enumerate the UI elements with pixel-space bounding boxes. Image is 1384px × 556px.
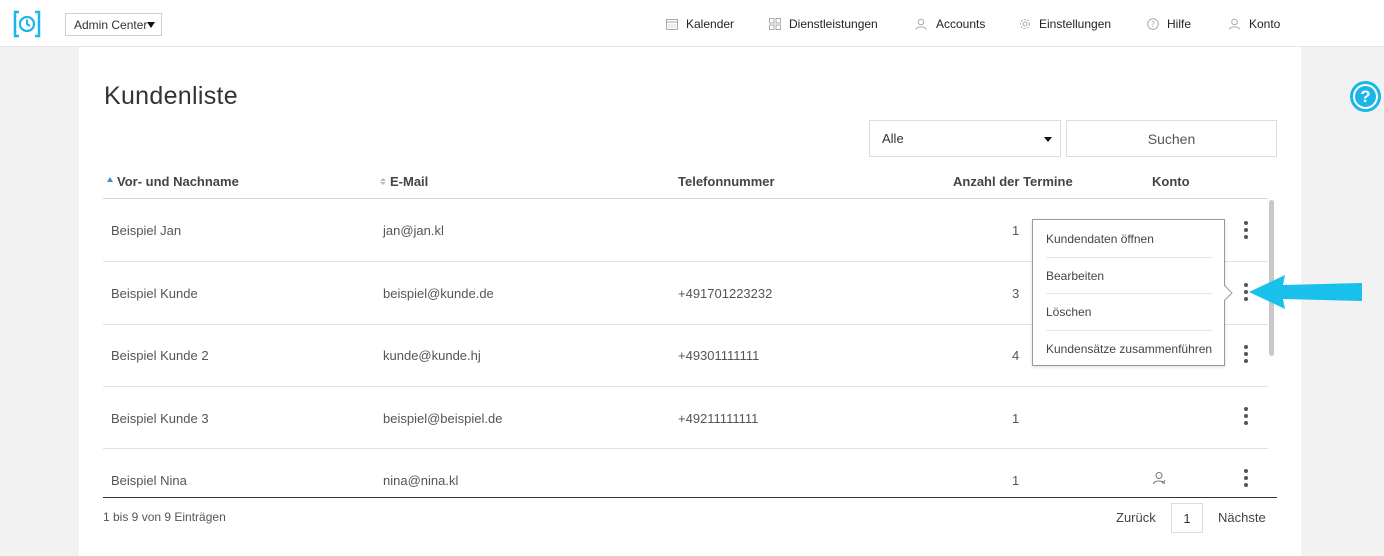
row-4-count: 1 [1012,411,1020,426]
row-2-phone: +491701223232 [678,286,773,301]
row-2-email: beispiel@kunde.de [383,286,494,301]
admin-center-label: Admin Center [74,17,148,32]
nav-einstellungen-label: Einstellungen [1039,17,1112,31]
nav-kalender[interactable]: Kalender [666,16,734,32]
menu-item-edit[interactable]: Bearbeiten [1046,257,1213,294]
column-header-account: Konto [1152,174,1190,189]
row-3-email: kunde@kunde.hj [383,348,481,363]
row-4-phone: +49211111111 [678,411,759,426]
row-3-count: 4 [1012,348,1020,363]
pagination-next[interactable]: Nächste [1218,510,1266,525]
table-bottom-border [103,497,1277,498]
column-header-email[interactable]: E-Mail [380,174,428,189]
column-header-phone-label: Telefonnummer [678,174,775,189]
column-header-email-label: E-Mail [390,174,429,189]
row-5-name: Beispiel Nina [111,473,187,488]
row-3-name: Beispiel Kunde 2 [111,348,209,363]
menu-item-delete[interactable]: Löschen [1046,293,1213,330]
row-4-more-icon[interactable] [1243,407,1249,427]
filter-select-value: Alle [882,131,904,146]
nav-kalender-label: Kalender [686,17,735,31]
header-divider [103,198,1268,199]
row-5-more-icon[interactable] [1243,469,1249,489]
row-2-count: 3 [1012,286,1020,301]
column-header-phone: Telefonnummer [678,174,775,189]
nav-einstellungen[interactable]: Einstellungen [1019,16,1111,32]
question-icon: ? [1353,84,1378,109]
nav-hilfe-label: Hilfe [1167,17,1192,31]
row-4-name: Beispiel Kunde 3 [111,411,209,426]
admin-center-select[interactable]: Admin Center [65,13,162,36]
nav-dienstleistungen-label: Dienstleistungen [789,17,878,31]
menu-item-open[interactable]: Kundendaten öffnen [1046,220,1213,257]
cyan-arrow-icon [1249,275,1362,309]
pagination-prev[interactable]: Zurück [1116,510,1156,525]
row-1-count: 1 [1012,223,1020,238]
sort-icon [380,178,386,185]
column-header-account-label: Konto [1152,174,1190,189]
column-header-count: Anzahl der Termine [953,174,1073,189]
top-bar: Admin Center Kalender Dienstleistungen A… [0,0,1384,47]
clock-logo-icon[interactable] [12,10,42,38]
svg-text:?: ? [1151,20,1155,29]
nav-konto-label: Konto [1249,17,1281,31]
row-3-phone: +49301111111 [678,348,760,363]
pagination-page-1[interactable]: 1 [1171,503,1203,533]
nav-dienstleistungen[interactable]: Dienstleistungen [769,16,878,32]
users-icon [915,18,927,30]
row-divider [103,386,1268,387]
column-header-name[interactable]: Vor- und Nachname [107,174,239,189]
question-icon: ? [1147,18,1159,30]
search-button[interactable]: Suchen [1066,120,1277,157]
table-info: 1 bis 9 von 9 Einträgen [103,510,226,524]
row-1-name: Beispiel Jan [111,223,182,238]
row-context-menu: Kundendaten öffnen Bearbeiten Löschen Ku… [1032,219,1225,366]
column-header-name-label: Vor- und Nachname [117,174,239,189]
filter-select[interactable]: Alle [869,120,1061,157]
sort-ascending-icon [107,177,113,182]
row-divider [103,448,1268,449]
row-2-name: Beispiel Kunde [111,286,198,301]
row-5-email: nina@nina.kl [383,473,459,488]
row-3-more-icon[interactable] [1243,345,1249,365]
row-1-email: jan@jan.kl [383,223,444,238]
account-user-icon [1153,472,1166,485]
help-bubble-button[interactable]: ? [1350,81,1381,112]
user-icon [1229,18,1240,30]
nav-accounts[interactable]: Accounts [914,16,985,32]
nav-konto[interactable]: Konto [1228,16,1280,32]
row-4-email: beispiel@beispiel.de [383,411,503,426]
grid-icon [769,18,781,30]
calendar-icon [666,19,678,30]
menu-pointer [1224,285,1233,301]
row-1-more-icon[interactable] [1243,221,1249,241]
nav-hilfe[interactable]: ? Hilfe [1147,16,1191,32]
nav-accounts-label: Accounts [936,17,986,31]
row-5-count: 1 [1012,473,1020,488]
column-header-count-label: Anzahl der Termine [953,174,1073,189]
caret-down-icon [147,22,155,28]
page-title: Kundenliste [104,82,238,110]
gear-icon [1020,19,1030,29]
caret-down-icon [1044,137,1052,142]
menu-item-merge[interactable]: Kundensätze zusammenführen [1046,330,1213,367]
